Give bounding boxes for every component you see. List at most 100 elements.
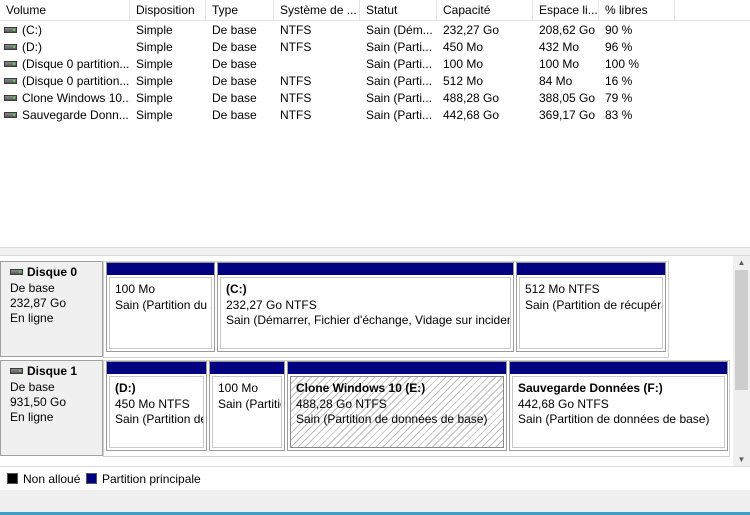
disk-1-partition-strip: (D:) 450 Mo NTFS Sain (Partition de d 10… <box>103 360 730 457</box>
partition-size: 442,68 Go NTFS <box>518 396 609 411</box>
primary-partition-bar <box>218 263 513 275</box>
column-header-type[interactable]: Type <box>206 0 274 21</box>
disk-0-partition-recovery[interactable]: 512 Mo NTFS Sain (Partition de récupéra <box>516 262 666 352</box>
disk-0-partition-strip: 100 Mo Sain (Partition du s (C:) 232,27 … <box>103 261 669 358</box>
cell-type: De base <box>212 57 257 71</box>
cell-layout: Simple <box>136 40 173 54</box>
cell-filesystem: NTFS <box>280 91 312 105</box>
cell-layout: Simple <box>136 74 173 88</box>
cell-layout: Simple <box>136 23 173 37</box>
disk-0-name: Disque 0 <box>27 265 78 279</box>
arrow-down-icon[interactable]: ▼ <box>733 453 750 466</box>
cell-capacity: 450 Mo <box>443 40 484 54</box>
cell-capacity: 512 Mo <box>443 74 484 88</box>
partition-size: 100 Mo <box>115 282 156 296</box>
cell-free-space: 100 Mo <box>539 57 580 71</box>
disk-0-partition-c[interactable]: (C:) 232,27 Go NTFS Sain (Démarrer, Fich… <box>217 262 514 352</box>
drive-icon <box>4 94 17 101</box>
cell-percent-free: 16 % <box>605 74 633 88</box>
cell-filesystem: NTFS <box>280 40 312 54</box>
disk-0-size: 232,87 Go <box>10 296 67 310</box>
column-header-filesystem[interactable]: Système de ... <box>274 0 360 21</box>
disk-1-info[interactable]: Disque 1 De base 931,50 Go En ligne <box>0 360 103 456</box>
cell-capacity: 442,68 Go <box>443 108 500 122</box>
partition-status: Sain (Démarrer, Fichier d'échange, Vidag… <box>226 313 511 327</box>
table-row[interactable]: (Disque 0 partition... Simple De base NTFS S… <box>0 73 750 90</box>
legend-primary-label: Partition principale <box>102 472 201 486</box>
partition-name: (D:) <box>115 381 136 395</box>
cell-percent-free: 96 % <box>605 40 633 54</box>
cell-volume: (Disque 0 partition... <box>0 56 130 73</box>
cell-percent-free: 83 % <box>605 108 633 122</box>
partition-body: (C:) 232,27 Go NTFS Sain (Démarrer, Fich… <box>220 277 511 349</box>
partition-status: Sain (Partitio <box>218 396 282 411</box>
cell-capacity: 232,27 Go <box>443 23 500 37</box>
column-header-free-space[interactable]: Espace li... <box>533 0 599 21</box>
disk-0-info[interactable]: Disque 0 De base 232,87 Go En ligne <box>0 261 103 357</box>
cell-filesystem: NTFS <box>280 108 312 122</box>
disk-0-title: Disque 0 <box>10 265 93 280</box>
cell-status: Sain (Parti... <box>366 91 433 105</box>
cell-capacity: 100 Mo <box>443 57 484 71</box>
cell-type: De base <box>212 23 257 37</box>
primary-swatch <box>86 473 97 484</box>
partition-name: (C:) <box>226 282 247 296</box>
partition-body: (D:) 450 Mo NTFS Sain (Partition de d <box>109 376 204 448</box>
disk-1-partition-2[interactable]: 100 Mo Sain (Partitio <box>209 361 285 451</box>
partition-status: Sain (Partition de d <box>115 412 203 426</box>
column-header-capacity[interactable]: Capacité <box>437 0 533 21</box>
cell-layout: Simple <box>136 108 173 122</box>
partition-size: 100 Mo <box>218 381 259 395</box>
disk-1-type: De base <box>10 380 55 394</box>
cell-volume: Sauvegarde Donn... <box>0 107 130 124</box>
scrollbar-thumb[interactable] <box>735 270 748 390</box>
cell-type: De base <box>212 91 257 105</box>
cell-filesystem <box>274 56 360 73</box>
partition-status: Sain (Partition de récupéra <box>525 297 663 312</box>
volume-list[interactable]: Volume Disposition Type Système de ... S… <box>0 0 750 248</box>
cell-volume: (D:) <box>0 39 130 56</box>
legend-unallocated: Non alloué <box>7 472 80 486</box>
primary-partition-bar <box>517 263 665 275</box>
cell-status: Sain (Parti... <box>366 108 433 122</box>
table-row[interactable]: Clone Windows 10... Simple De base NTFS Sain… <box>0 90 750 107</box>
cell-percent-free: 79 % <box>605 91 633 105</box>
pane-splitter[interactable] <box>0 248 750 256</box>
table-row[interactable]: Sauvegarde Donn... Simple De base NTFS Sain … <box>0 107 750 124</box>
disk-0-state: En ligne <box>10 311 54 325</box>
cell-free-space: 84 Mo <box>539 74 573 88</box>
disk-1-title: Disque 1 <box>10 364 93 379</box>
cell-volume: Clone Windows 10... <box>0 90 130 107</box>
drive-icon <box>4 26 17 33</box>
drive-icon <box>4 60 17 67</box>
cell-status: Sain (Parti... <box>366 57 433 71</box>
drive-icon <box>10 268 23 275</box>
volume-name: Sauvegarde Donn... <box>22 108 129 122</box>
volume-name: (Disque 0 partition... <box>22 74 130 88</box>
column-header-volume[interactable]: Volume <box>0 0 130 21</box>
vertical-scrollbar[interactable]: ▲ ▼ <box>733 256 750 466</box>
arrow-up-icon[interactable]: ▲ <box>733 256 750 269</box>
volume-name: (Disque 0 partition... <box>22 57 130 71</box>
cell-percent-free: 90 % <box>605 23 633 37</box>
partition-size: 450 Mo NTFS <box>115 396 190 411</box>
disk-1-partition-d[interactable]: (D:) 450 Mo NTFS Sain (Partition de d <box>106 361 207 451</box>
disk-0-partition-1[interactable]: 100 Mo Sain (Partition du s <box>106 262 215 352</box>
table-row[interactable]: (D:) Simple De base NTFS Sain (Parti... 450 M… <box>0 39 750 56</box>
volume-name: (C:) <box>22 23 42 37</box>
column-header-layout[interactable]: Disposition <box>130 0 206 21</box>
drive-icon <box>4 111 17 118</box>
cell-filesystem: NTFS <box>280 74 312 88</box>
table-row[interactable]: (Disque 0 partition... Simple De base Sain … <box>0 56 750 73</box>
partition-name: Sauvegarde Données (F:) <box>518 381 663 395</box>
cell-type: De base <box>212 74 257 88</box>
disk-0-type: De base <box>10 281 55 295</box>
column-header-percent-free[interactable]: % libres <box>599 0 675 21</box>
partition-status: Sain (Partition du s <box>115 297 212 312</box>
column-header-status[interactable]: Statut <box>360 0 437 21</box>
disk-1-partition-e-selected[interactable]: Clone Windows 10 (E:) 488,28 Go NTFS Sai… <box>287 361 507 451</box>
table-row[interactable]: (C:) Simple De base NTFS Sain (Dém... 232,27 … <box>0 22 750 39</box>
cell-capacity: 488,28 Go <box>443 91 500 105</box>
cell-layout: Simple <box>136 57 173 71</box>
disk-1-partition-f[interactable]: Sauvegarde Données (F:) 442,68 Go NTFS S… <box>509 361 728 451</box>
